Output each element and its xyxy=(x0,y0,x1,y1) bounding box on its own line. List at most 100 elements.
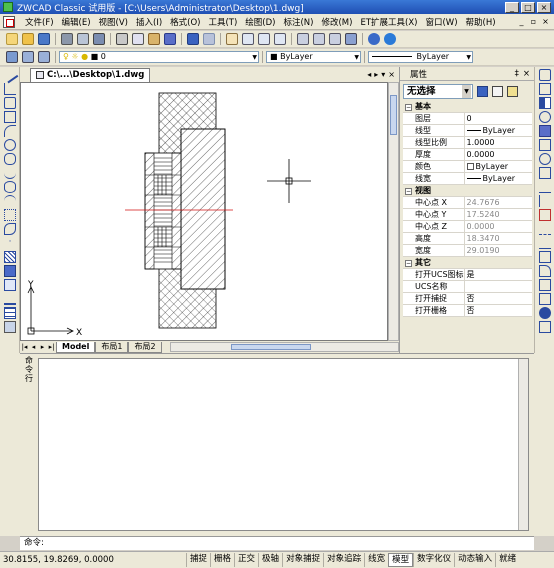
property-row[interactable]: 颜色 ByLayer xyxy=(403,160,532,173)
erase-icon[interactable] xyxy=(539,69,551,81)
prev-layout-icon[interactable]: ◂ xyxy=(29,343,38,351)
mdi-restore-button[interactable]: ▫ xyxy=(528,17,539,27)
layer-previous-icon[interactable] xyxy=(38,51,50,63)
trim-icon[interactable] xyxy=(539,195,551,207)
property-value[interactable]: 0.0000 xyxy=(464,148,532,161)
hatch-icon[interactable] xyxy=(4,251,16,263)
object-snap-toggle[interactable]: 对象捕捉 xyxy=(282,553,323,567)
lineweight-toggle[interactable]: 线宽 xyxy=(364,553,388,567)
polyline-icon[interactable] xyxy=(4,83,16,95)
spline-icon[interactable] xyxy=(4,167,16,179)
property-value[interactable]: ByLayer xyxy=(464,124,532,137)
section-other[interactable]: − 其它 xyxy=(403,256,532,269)
tab-layout1[interactable]: 布局1 xyxy=(95,341,129,353)
property-row[interactable]: 厚度 0.0000 xyxy=(403,148,532,161)
ucs-icon[interactable] xyxy=(27,286,74,335)
print-preview-icon[interactable] xyxy=(77,33,89,45)
edit-polyline-icon[interactable] xyxy=(539,293,551,305)
first-layout-icon[interactable]: |◂ xyxy=(20,343,29,351)
pin-icon[interactable]: ‡ xyxy=(515,69,519,79)
cut-icon[interactable] xyxy=(116,33,128,45)
coordinate-readout[interactable]: 30.8155, 19.8269, 0.0000 xyxy=(0,555,186,565)
property-value[interactable]: 否 xyxy=(464,292,532,305)
print-icon[interactable] xyxy=(61,33,73,45)
properties-icon[interactable] xyxy=(297,33,309,45)
scroll-thumb[interactable] xyxy=(230,344,311,350)
property-row[interactable]: 打开栅格否 xyxy=(403,304,532,317)
shaft-shape[interactable] xyxy=(180,128,226,290)
close-button[interactable]: × xyxy=(537,1,551,13)
command-scrollbar[interactable] xyxy=(518,359,528,530)
properties-match-icon[interactable] xyxy=(539,321,551,333)
grid-toggle[interactable]: 栅格 xyxy=(210,553,234,567)
scale-icon[interactable] xyxy=(539,167,551,179)
section-view[interactable]: − 视图 xyxy=(403,184,532,197)
new-file-icon[interactable] xyxy=(6,33,18,45)
canvas-horizontal-scrollbar[interactable] xyxy=(169,342,399,352)
object-track-toggle[interactable]: 对象追踪 xyxy=(323,553,364,567)
menu-tools[interactable]: 工具(T) xyxy=(204,16,241,28)
zwcad-app-icon[interactable] xyxy=(3,2,13,12)
menu-dimension[interactable]: 标注(N) xyxy=(279,16,317,28)
property-row[interactable]: 图层 0 xyxy=(403,112,532,125)
property-row[interactable]: 线型 ByLayer xyxy=(403,124,532,137)
menu-et-tools[interactable]: ET扩展工具(X) xyxy=(356,16,421,28)
menu-edit[interactable]: 编辑(E) xyxy=(58,16,95,28)
join-icon[interactable] xyxy=(539,237,551,249)
collapse-icon[interactable]: − xyxy=(405,188,412,195)
paste-icon[interactable] xyxy=(148,33,160,45)
menu-help[interactable]: 帮助(H) xyxy=(462,16,500,28)
search-icon[interactable] xyxy=(368,33,380,45)
rectangle-icon[interactable] xyxy=(4,111,16,123)
property-value[interactable]: ByLayer xyxy=(464,160,532,173)
menu-view[interactable]: 视图(V) xyxy=(95,16,132,28)
circle-icon[interactable] xyxy=(4,139,16,151)
collapse-icon[interactable]: − xyxy=(405,260,412,267)
linetype-dropdown[interactable]: ByLayer ▼ xyxy=(368,51,473,63)
image-icon[interactable] xyxy=(4,321,16,333)
point-icon[interactable]: · xyxy=(4,237,16,249)
property-row[interactable]: 中心点 X 24.7676 xyxy=(403,196,532,209)
table-icon[interactable] xyxy=(4,307,16,319)
menu-file[interactable]: 文件(F) xyxy=(21,16,58,28)
property-row[interactable]: 中心点 Z 0.0000 xyxy=(403,220,532,233)
fillet-icon[interactable] xyxy=(539,265,551,277)
lengthen-icon[interactable] xyxy=(539,279,551,291)
tool-palette-icon[interactable] xyxy=(329,33,341,45)
ortho-toggle[interactable]: 正交 xyxy=(234,553,258,567)
property-row[interactable]: UCS名称 xyxy=(403,280,532,293)
select-objects-icon[interactable] xyxy=(492,85,503,97)
property-value[interactable]: 否 xyxy=(464,304,532,317)
copy-icon[interactable] xyxy=(132,33,144,45)
model-toggle[interactable]: 模型 xyxy=(388,553,414,567)
canvas-vertical-scrollbar[interactable] xyxy=(388,82,399,341)
zoom-realtime-icon[interactable] xyxy=(242,33,254,45)
close-document-icon[interactable]: × xyxy=(388,70,395,79)
document-icon[interactable] xyxy=(3,15,15,28)
layer-state-icon[interactable] xyxy=(22,51,34,63)
help-icon[interactable] xyxy=(384,33,396,45)
color-dropdown[interactable]: ■ ByLayer ▼ xyxy=(266,51,361,63)
property-row[interactable]: 打开捕捉否 xyxy=(403,292,532,305)
property-value[interactable]: 1.0000 xyxy=(464,136,532,149)
save-icon[interactable] xyxy=(38,33,50,45)
toggle-pickadd-icon[interactable] xyxy=(477,85,488,97)
next-layout-icon[interactable]: ▸ xyxy=(38,343,47,351)
dynamic-input-toggle[interactable]: 动态输入 xyxy=(454,553,495,567)
drawing-canvas[interactable]: Y X xyxy=(20,82,388,341)
insert-block-icon[interactable] xyxy=(4,209,16,221)
undo-icon[interactable] xyxy=(187,33,199,45)
close-icon[interactable]: × xyxy=(523,69,530,79)
ellipse-arc-icon[interactable] xyxy=(4,195,16,207)
explode-icon[interactable] xyxy=(539,307,551,319)
redo-icon[interactable] xyxy=(203,33,215,45)
property-row[interactable]: 线宽 ByLayer xyxy=(403,172,532,185)
snap-toggle[interactable]: 捕捉 xyxy=(186,553,210,567)
tab-model[interactable]: Model xyxy=(56,341,96,353)
last-layout-icon[interactable]: ▸| xyxy=(47,343,56,351)
bearing-assembly[interactable] xyxy=(144,152,182,270)
property-value[interactable]: ByLayer xyxy=(464,172,532,185)
mirror-icon[interactable] xyxy=(539,97,551,109)
command-window-handle[interactable]: 命令行 xyxy=(22,356,36,526)
zoom-window-icon[interactable] xyxy=(258,33,270,45)
